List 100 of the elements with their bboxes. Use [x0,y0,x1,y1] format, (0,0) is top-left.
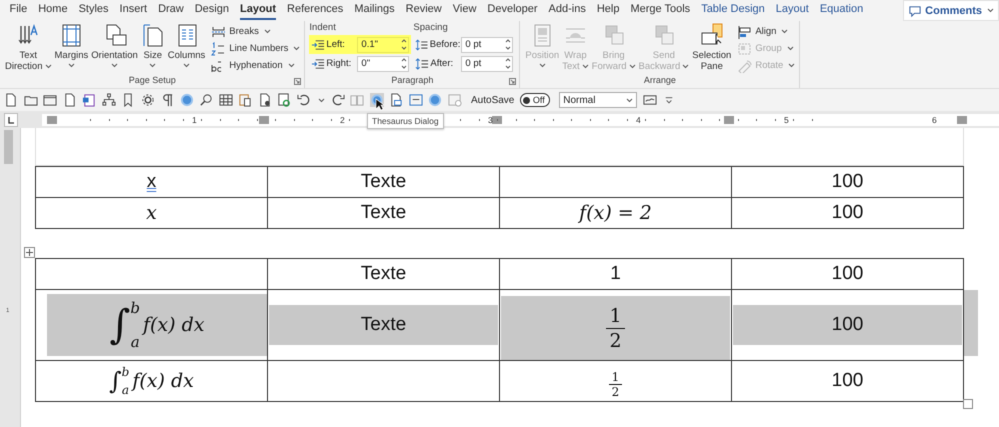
chevron-icon [582,64,589,69]
signature-icon[interactable] [642,93,657,107]
spin-field[interactable]: 0 pt [461,36,514,52]
chevron-icon [788,63,796,68]
ribbon-button[interactable]: Columns [166,21,206,74]
spinner-icon [504,38,512,51]
menu-tab[interactable]: Home [38,1,68,20]
menu-tab[interactable]: Draw [158,1,184,20]
new-document-icon[interactable] [4,93,18,107]
menu-tab[interactable]: References [287,1,344,20]
ruler-number: 2 [340,114,345,126]
window-icon[interactable] [408,93,422,107]
rotate-icon [737,58,752,72]
group-icon [737,42,752,56]
cell-text: 100 [832,201,864,225]
menu-tab[interactable]: Styles [78,1,109,20]
menu-tab[interactable]: Mailings [354,1,395,20]
section-label: Indent [309,21,337,35]
chevron-icon [264,29,271,34]
ruler-number: 6 [932,114,937,126]
menu-tab[interactable]: Add-ins [548,1,586,20]
chevron-icon [183,63,190,68]
ribbon-button[interactable]: Line Numbers [211,42,300,56]
refresh-document-icon[interactable] [277,93,291,107]
ribbon-button[interactable]: Align [737,24,796,38]
fraction-equation: 1 2 [608,370,622,398]
chevron-icon [628,64,636,69]
search-icon[interactable] [199,93,213,107]
ruler-number: 3 [488,114,493,126]
gear-icon[interactable] [140,93,154,107]
spacing-icon [415,56,430,70]
undo-icon[interactable] [296,93,310,107]
table-icon[interactable] [218,93,232,107]
resize-handle[interactable] [963,399,973,409]
menu-tab[interactable]: Review [406,1,442,20]
autosave-toggle[interactable]: Off [520,93,550,107]
menu-tab[interactable]: Table Design [701,1,765,20]
line-numbers-icon [211,42,226,56]
spin-field[interactable]: 0 pt [461,56,514,72]
ribbon-button[interactable]: Text Direction [4,21,52,74]
paste-icon[interactable] [238,93,252,107]
ribbon-button[interactable]: Orientation [90,21,139,74]
hierarchy-icon[interactable] [102,93,116,107]
comments-button[interactable]: Comments [903,0,999,21]
ribbon-button[interactable]: Breaks [211,24,300,38]
spinner-icon [400,38,408,51]
mail-document-icon[interactable] [389,93,403,107]
menu-tab[interactable]: Developer [487,1,538,20]
redo-icon[interactable] [330,93,344,107]
spacing-icon [415,38,429,52]
chevron-icon [682,64,690,69]
menu-tab[interactable]: Merge Tools [630,1,690,20]
comment-icon [908,4,922,18]
menu-tab[interactable]: Layout [776,1,809,20]
menu-tab[interactable]: View [452,1,476,20]
indent-marker[interactable] [259,116,269,124]
menu-tab[interactable]: File [10,1,28,20]
ruler-number: 5 [784,114,789,126]
spin-field[interactable]: 0" [357,56,410,72]
chevron-icon [987,8,994,13]
group-label: Paragraph [391,74,434,87]
tab-stop-icon[interactable] [4,112,18,126]
spin-field[interactable]: 0.1" [357,36,410,52]
chevron-icon [781,29,788,34]
ribbon-button[interactable]: Hyphenation [211,58,300,72]
row-end-marker [964,290,978,356]
ribbon-button[interactable]: Margins [54,21,90,74]
field-label: Right: [326,58,352,69]
breaks-icon [211,24,226,38]
menu-tab[interactable]: Insert [120,1,148,20]
ribbon-button[interactable]: Size [140,21,166,74]
cell-text: 100 [832,369,864,393]
indent-marker[interactable] [492,116,502,124]
pilcrow-icon[interactable] [160,93,174,107]
dialog-launcher-icon[interactable] [294,78,302,85]
indent-marker[interactable] [47,116,57,124]
cell-text: 100 [832,313,864,337]
folder-icon[interactable] [43,93,57,107]
indent-marker[interactable] [957,116,967,124]
menu-tab[interactable]: Design [194,1,229,20]
ribbon-button[interactable]: Selection Pane [691,21,732,74]
menu-tab[interactable]: Help [596,1,620,20]
indent-marker[interactable] [724,116,734,124]
cell-text: 100 [832,170,864,194]
cell-text: Texte [360,262,406,286]
chevron-icon [786,46,794,51]
align-icon [737,24,752,38]
move-handle-icon[interactable] [24,247,35,258]
autosave-label: AutoSave [471,94,514,106]
cell-text: x [146,170,156,194]
style-dropdown[interactable]: Normal [559,92,638,108]
dialog-launcher-icon[interactable] [509,78,516,85]
document-icon[interactable] [62,93,76,107]
spinner-icon [504,57,512,70]
scroll-thumb[interactable] [4,130,13,164]
chevron-icon [68,63,75,68]
document-icon[interactable] [258,93,272,107]
indent-icon [311,38,326,52]
cell-text: 100 [832,262,864,286]
menu-tab[interactable]: Equation [820,1,864,20]
